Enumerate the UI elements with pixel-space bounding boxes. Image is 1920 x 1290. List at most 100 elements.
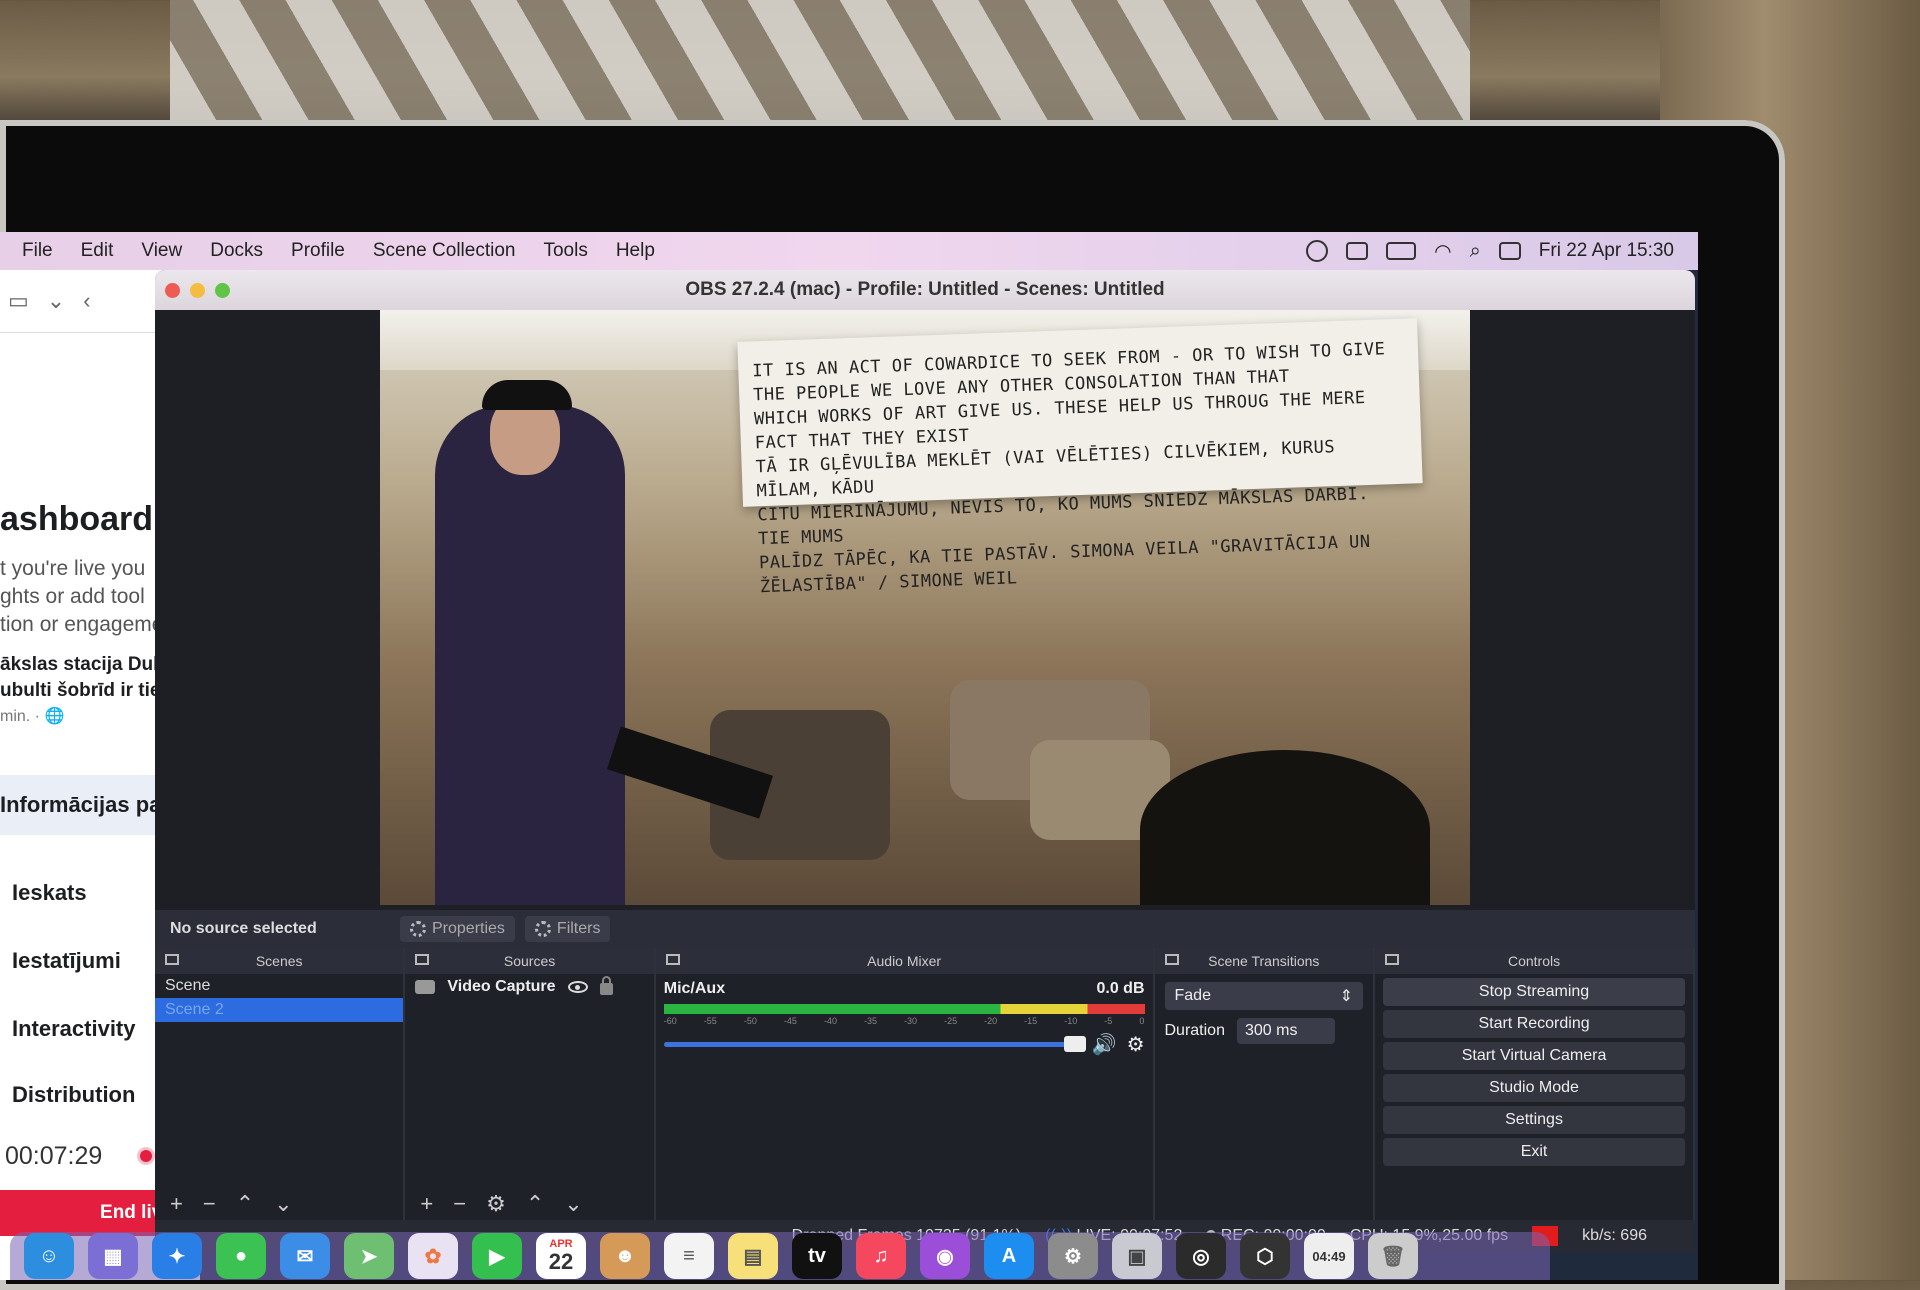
appletv-icon[interactable]: tv <box>792 1233 842 1279</box>
nav-item-preview[interactable]: Ieskats <box>12 880 87 906</box>
chevron-updown-icon: ⇕ <box>1339 988 1354 1005</box>
undock-icon[interactable] <box>1385 954 1400 965</box>
nav-item-distribution[interactable]: Distribution <box>12 1082 135 1108</box>
source-item[interactable]: Video Capture <box>405 974 653 1000</box>
no-source-label: No source selected <box>170 920 317 937</box>
menu-profile[interactable]: Profile <box>291 240 345 262</box>
move-down-icon[interactable]: ⌄ <box>274 1191 292 1217</box>
trash-icon[interactable]: 🗑 <box>1368 1233 1418 1279</box>
program-preview[interactable]: IT IS AN ACT OF COWARDICE TO SEEK FROM -… <box>380 310 1470 905</box>
move-down-icon[interactable]: ⌄ <box>564 1191 582 1217</box>
calendar-icon[interactable]: APR 22 <box>536 1233 586 1279</box>
scene-item[interactable]: Scene <box>155 974 403 998</box>
maps-icon[interactable]: ➤ <box>344 1233 394 1279</box>
page-name[interactable]: ākslas stacija Dub ubulti šobrīd ir tieš <box>0 652 171 704</box>
menu-file[interactable]: File <box>22 240 53 262</box>
finder-icon[interactable]: ☺ <box>24 1233 74 1279</box>
mail-icon[interactable]: ✉ <box>280 1233 330 1279</box>
gear-icon[interactable]: ⚙ <box>1127 1032 1145 1057</box>
menu-edit[interactable]: Edit <box>81 240 114 262</box>
appstore-icon[interactable]: A <box>984 1233 1034 1279</box>
control-center-icon[interactable] <box>1498 242 1521 260</box>
remove-scene-button[interactable]: − <box>203 1191 216 1217</box>
remove-source-button[interactable]: − <box>453 1191 466 1217</box>
screen: File Edit View Docks Profile Scene Colle… <box>0 232 1698 1280</box>
menu-docks[interactable]: Docks <box>210 240 263 262</box>
post-meta: min. · 🌐 <box>0 708 65 725</box>
music-icon[interactable]: ♫ <box>856 1233 906 1279</box>
photos-icon[interactable]: ✿ <box>408 1233 458 1279</box>
settings-button[interactable]: Settings <box>1383 1106 1685 1134</box>
obs-icon[interactable]: ◎ <box>1176 1233 1226 1279</box>
virtual-cam-icon[interactable]: ⬡ <box>1240 1233 1290 1279</box>
back-icon[interactable]: ‹ <box>83 288 90 314</box>
display-icon[interactable] <box>1346 242 1369 260</box>
hanging-banner: IT IS AN ACT OF COWARDICE TO SEEK FROM -… <box>737 318 1423 597</box>
eye-icon[interactable] <box>567 981 588 993</box>
menu-scene-collection[interactable]: Scene Collection <box>373 240 516 262</box>
facetime-icon[interactable]: ▶ <box>472 1233 522 1279</box>
move-up-icon[interactable]: ⌃ <box>236 1191 254 1217</box>
system-preferences-icon[interactable]: ⚙ <box>1048 1233 1098 1279</box>
chair-background <box>170 0 1470 120</box>
volume-slider-knob[interactable] <box>1063 1036 1086 1052</box>
undock-icon[interactable] <box>415 954 430 965</box>
undock-icon[interactable] <box>165 954 179 965</box>
add-scene-button[interactable]: + <box>170 1191 183 1217</box>
scale-tick: -10 <box>1064 1016 1078 1026</box>
chevron-down-icon[interactable]: ⌄ <box>47 288 65 314</box>
search-icon[interactable]: ⌕ <box>1470 240 1481 263</box>
menubar-clock[interactable]: Fri 22 Apr 15:30 <box>1539 240 1674 262</box>
clock-label: 04:49 <box>1312 1248 1346 1264</box>
start-virtual-camera-button[interactable]: Start Virtual Camera <box>1383 1042 1685 1070</box>
transitions-dock-header: Scene Transitions <box>1154 948 1374 974</box>
gear-icon[interactable]: ⚙ <box>486 1191 506 1217</box>
menu-view[interactable]: View <box>141 240 182 262</box>
live-timer: 00:07:29 <box>5 1142 103 1170</box>
reminders-icon[interactable]: ≡ <box>664 1233 714 1279</box>
properties-button[interactable]: Properties <box>400 916 515 942</box>
transition-type: Fade <box>1174 987 1211 1004</box>
undock-icon[interactable] <box>665 954 680 965</box>
speaker-icon[interactable]: 🔊 <box>1092 1032 1117 1057</box>
studio-mode-button[interactable]: Studio Mode <box>1383 1074 1685 1102</box>
launchpad-icon[interactable]: ▦ <box>88 1233 138 1279</box>
podcasts-icon[interactable]: ◉ <box>920 1233 970 1279</box>
volume-slider[interactable] <box>663 1036 1086 1052</box>
safari-icon[interactable]: ✦ <box>152 1233 202 1279</box>
scale-tick: -20 <box>984 1016 998 1026</box>
window-title: OBS 27.2.4 (mac) - Profile: Untitled - S… <box>685 279 1165 300</box>
scale-tick: -35 <box>863 1016 877 1026</box>
gear-icon <box>410 921 426 937</box>
messages-icon[interactable]: ● <box>216 1233 266 1279</box>
wifi-icon[interactable]: ◠ <box>1434 239 1451 264</box>
lock-icon[interactable] <box>599 976 613 995</box>
nav-item-interactivity[interactable]: Interactivity <box>12 1016 136 1042</box>
exit-button[interactable]: Exit <box>1383 1138 1685 1166</box>
notes-icon[interactable]: ▤ <box>728 1233 778 1279</box>
scene-item-selected[interactable]: Scene 2 <box>155 998 404 1022</box>
duration-input[interactable]: 300 ms <box>1236 1018 1335 1044</box>
camera-icon <box>415 980 436 994</box>
source-name: Video Capture <box>447 978 556 995</box>
preview-icon[interactable]: ▣ <box>1112 1233 1162 1279</box>
transition-select[interactable]: Fade ⇕ <box>1164 982 1364 1010</box>
menu-help[interactable]: Help <box>616 240 655 262</box>
battery-icon[interactable] <box>1386 242 1417 260</box>
scene-transitions-dock: Scene Transitions Fade ⇕ Duration 300 ms <box>1154 948 1376 1220</box>
undock-icon[interactable] <box>1164 954 1179 965</box>
move-up-icon[interactable]: ⌃ <box>526 1191 544 1217</box>
add-source-button[interactable]: + <box>420 1191 433 1217</box>
scale-tick: -30 <box>904 1016 918 1026</box>
properties-label: Properties <box>432 920 505 937</box>
filters-label: Filters <box>556 920 601 937</box>
start-recording-button[interactable]: Start Recording <box>1383 1010 1685 1038</box>
stop-streaming-button[interactable]: Stop Streaming <box>1383 978 1685 1006</box>
obs-status-icon[interactable] <box>1306 240 1329 262</box>
clock-widget-icon[interactable]: 04:49 <box>1304 1233 1354 1279</box>
menu-tools[interactable]: Tools <box>543 240 587 262</box>
contacts-icon[interactable]: ☻ <box>600 1233 650 1279</box>
sidebar-toggle-icon[interactable]: ▭ <box>8 288 29 314</box>
nav-item-settings[interactable]: Iestatījumi <box>12 948 121 974</box>
filters-button[interactable]: Filters <box>524 916 611 942</box>
